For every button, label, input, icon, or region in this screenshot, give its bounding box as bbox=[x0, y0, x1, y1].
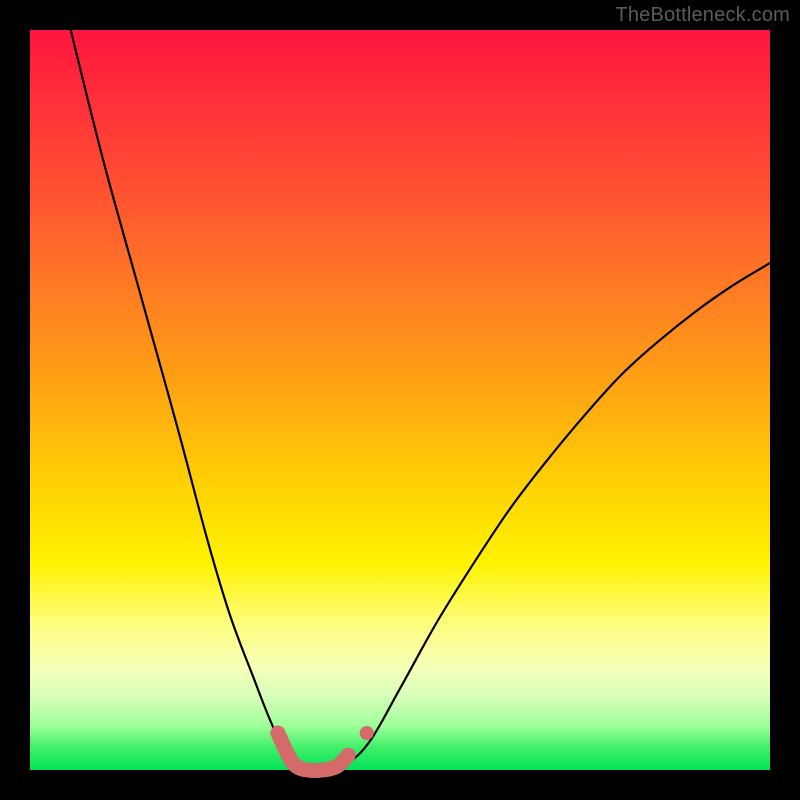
curve-path bbox=[71, 30, 770, 771]
chart-frame: TheBottleneck.com bbox=[0, 0, 800, 800]
curve-svg bbox=[30, 30, 770, 770]
bottom-highlight bbox=[278, 726, 374, 771]
watermark-text: TheBottleneck.com bbox=[615, 4, 790, 27]
plot-area bbox=[30, 30, 770, 770]
highlight-stroke bbox=[278, 733, 348, 771]
highlight-dot bbox=[360, 726, 374, 740]
